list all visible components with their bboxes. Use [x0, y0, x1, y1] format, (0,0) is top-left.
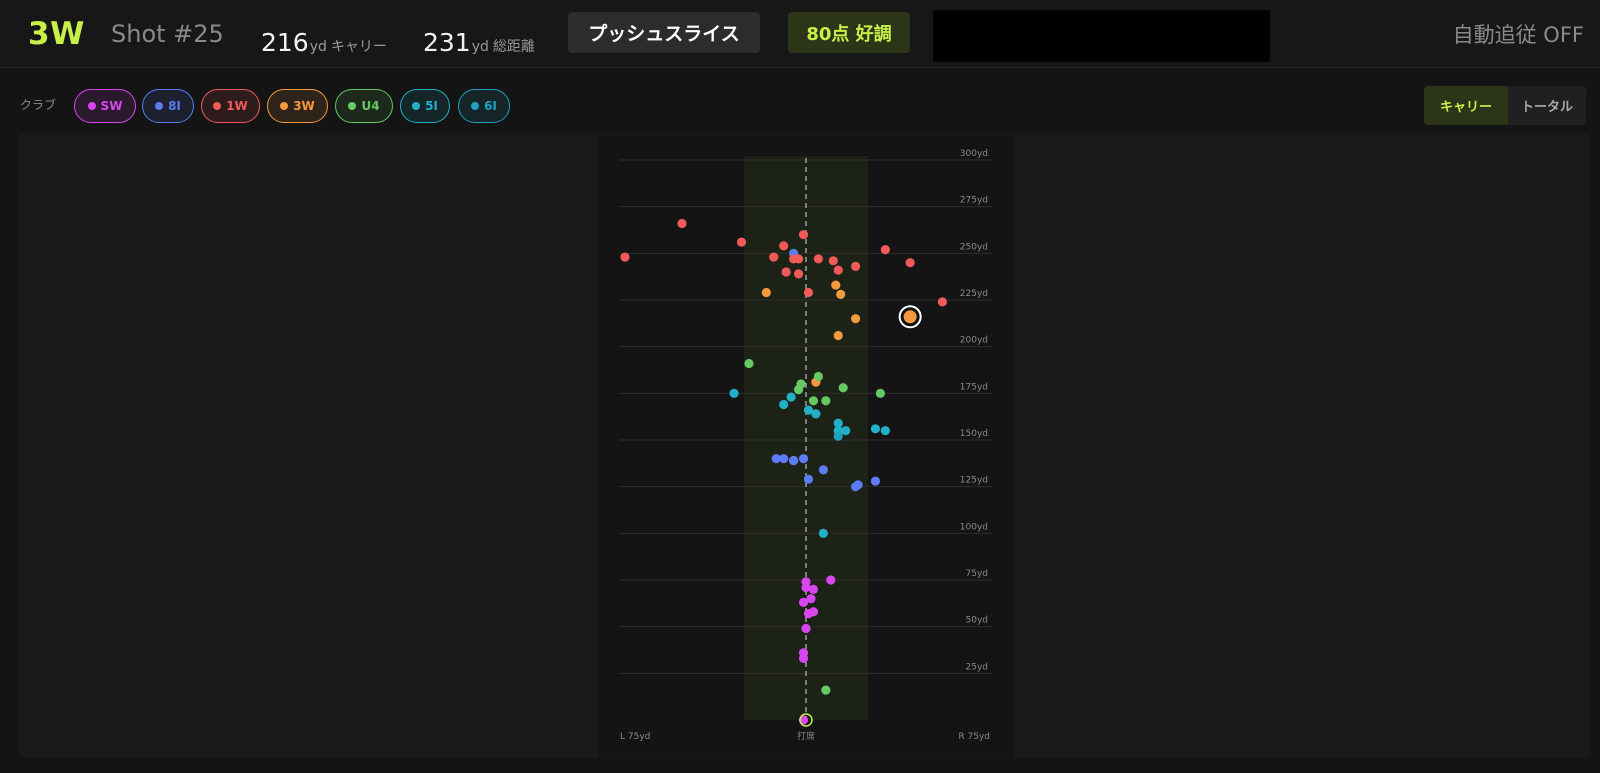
shot-point-1w	[781, 267, 791, 277]
shot-point-8i	[818, 465, 828, 475]
shot-point-u4	[821, 685, 831, 695]
shot-point-5i	[841, 426, 851, 436]
y-tick-label: 175yd	[960, 382, 988, 392]
shot-point-sw	[806, 594, 816, 604]
shot-point-1w	[793, 254, 804, 264]
shot-point-1w	[833, 265, 843, 275]
shot-point-5i	[811, 409, 821, 419]
shot-point-5i	[729, 388, 739, 398]
shot-point-8i	[803, 474, 814, 484]
y-tick-label: 50yd	[966, 616, 989, 626]
shot-point-8i	[789, 455, 799, 466]
shot-point-3w	[831, 280, 841, 290]
shot-point-u4	[793, 385, 804, 395]
shot-point-1w	[769, 252, 779, 262]
shot-point-sw	[808, 584, 819, 594]
shot-point-3w	[833, 330, 843, 341]
shot-point-sw	[798, 653, 809, 664]
shot-point-sw	[803, 609, 814, 619]
y-tick-label: 100yd	[960, 522, 988, 532]
y-tick-label: 25yd	[966, 662, 989, 672]
shot-point-1w	[880, 245, 890, 255]
shot-point-sw	[826, 575, 836, 585]
shot-point-u4	[838, 383, 848, 393]
y-tick-label: 200yd	[960, 336, 988, 346]
shot-point-5i	[870, 424, 881, 434]
selected-shot-point	[903, 310, 917, 324]
shot-point-1w	[851, 261, 861, 271]
shot-point-u4	[875, 388, 886, 398]
shot-point-1w	[677, 218, 687, 229]
dispersion-chart: 25yd 50yd 75yd 100yd 125yd 150yd 175yd 200yd 225…	[620, 149, 992, 742]
x-right-label: R 75yd	[958, 732, 990, 742]
shot-point-1w	[937, 297, 948, 307]
x-center-label: 打席	[797, 730, 815, 742]
shot-point-8i	[853, 480, 863, 490]
shot-point-1w	[828, 256, 838, 266]
shot-point-6i	[833, 431, 843, 441]
shot-point-8i	[870, 476, 881, 486]
shot-point-3w	[851, 314, 861, 324]
shot-point-1w	[793, 269, 804, 279]
shot-point-3w	[761, 287, 771, 298]
y-tick-label: 75yd	[966, 569, 989, 579]
shot-point-u4	[744, 358, 754, 369]
y-tick-label: 150yd	[960, 429, 988, 439]
y-tick-label: 300yd	[960, 149, 988, 159]
shot-point-u4	[813, 371, 824, 382]
shot-point-5i	[880, 426, 890, 436]
y-tick-label: 225yd	[960, 289, 988, 299]
shot-point-3w	[836, 289, 846, 299]
shot-point-5i	[779, 399, 789, 410]
shot-point-1w	[798, 230, 809, 240]
shot-point-1w	[803, 287, 814, 298]
shot-point-1w	[779, 241, 789, 251]
shot-point-1w	[736, 237, 747, 247]
shot-point-u4	[808, 396, 819, 406]
y-tick-label: 125yd	[960, 476, 988, 486]
shot-point-1w	[813, 254, 824, 264]
x-left-label: L 75yd	[620, 732, 650, 742]
y-tick-label: 275yd	[960, 196, 988, 206]
shot-point-5i	[786, 392, 796, 402]
shot-point-u4	[821, 396, 831, 406]
shot-point-1w	[620, 252, 630, 262]
y-tick-label: 250yd	[960, 242, 988, 252]
shot-point-5i	[818, 528, 828, 538]
app-window: 3W Shot #25 216 yd キャリー 231 yd 総距離 プッシュス…	[0, 0, 1600, 773]
shot-point-sw	[801, 623, 811, 634]
shot-point-8i	[798, 454, 809, 464]
shot-point-1w	[905, 258, 915, 268]
shot-point-8i	[779, 454, 789, 464]
